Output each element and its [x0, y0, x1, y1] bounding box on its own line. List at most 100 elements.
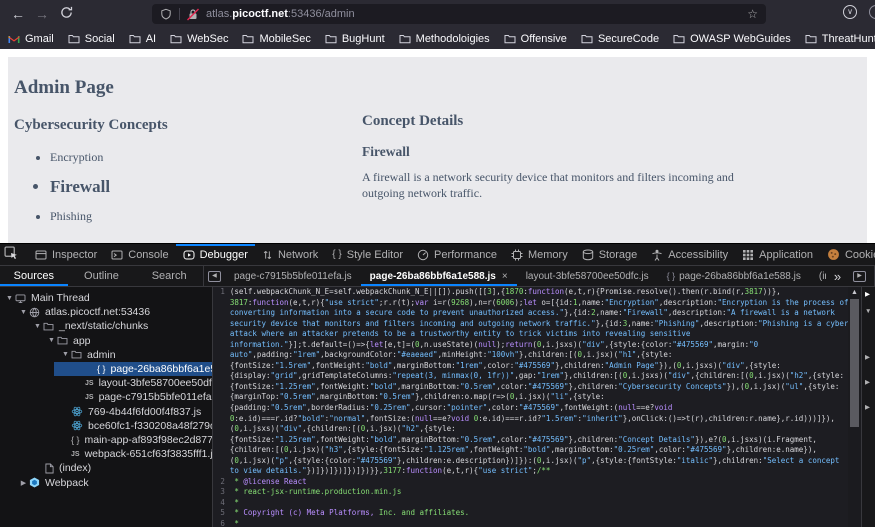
twisty-icon[interactable]: ▼ [46, 337, 57, 344]
bookmark-star-icon[interactable]: ☆ [747, 7, 758, 21]
back-button[interactable]: ← [6, 6, 30, 22]
line-number[interactable] [213, 350, 230, 361]
line-number[interactable] [213, 392, 230, 403]
tab-search[interactable]: Search [135, 266, 203, 286]
pocket-icon[interactable]: ∨ [843, 5, 857, 19]
line-number[interactable] [213, 340, 230, 351]
twisty-icon[interactable]: ▼ [4, 295, 15, 302]
debugger-body: ▼Main Thread▼atlas.picoctf.net:53436▼_ne… [0, 287, 875, 527]
line-number[interactable] [213, 456, 230, 467]
bookmark-item[interactable]: WebSec [170, 33, 228, 45]
twisty-icon[interactable]: ▼ [60, 351, 71, 358]
tree-item[interactable]: { }main-app-af893f98ec2d8771.js [0, 433, 212, 447]
line-number[interactable]: 1 [213, 287, 230, 298]
tree-item[interactable]: ▼app [0, 334, 212, 348]
url-bar[interactable]: atlas.picoctf.net:53436/admin ☆ [152, 4, 766, 24]
expand-panel-icon[interactable]: ▶ [853, 271, 866, 282]
reload-button[interactable] [54, 6, 78, 22]
tree-item[interactable]: JSwebpack-651cf63f3835fff1.js [0, 447, 212, 461]
file-tab[interactable]: page-26ba86bbf6a1e588.js× [361, 266, 517, 286]
tab-debugger[interactable]: Debugger [176, 244, 255, 265]
bookmark-item[interactable]: AI [129, 33, 156, 45]
tree-item[interactable]: (index) [0, 461, 212, 475]
pane-expander-icon[interactable]: ▶ [865, 403, 870, 411]
tree-item[interactable]: 769-4b44f6fd00f4f837.js [0, 405, 212, 419]
scrollbar-thumb[interactable] [850, 299, 859, 427]
collapse-pane-icon[interactable]: ◀ [208, 271, 221, 282]
file-tab[interactable]: layout-3bfe58700ee50dfc.js [517, 266, 658, 286]
bookmark-item[interactable]: Offensive [504, 33, 567, 45]
line-number[interactable] [213, 445, 230, 456]
account-icon[interactable] [869, 5, 875, 19]
file-tab[interactable]: { }page-26ba86bbf6a1e588.js [658, 266, 810, 286]
bookmark-item[interactable]: BugHunt [325, 33, 385, 45]
more-tabs-icon[interactable]: » [826, 269, 849, 284]
pane-expander-icon[interactable]: ▶ [865, 290, 870, 298]
tree-item[interactable]: ▼_next/static/chunks [0, 319, 212, 333]
tree-item-label: Webpack [45, 477, 89, 489]
tree-item[interactable]: ▼atlas.picoctf.net:53436 [0, 305, 212, 319]
tree-item[interactable]: JSpage-c7915b5bfe011efa.js [0, 390, 212, 404]
debugger-secondary-toolbar: Sources Outline Search ◀ page-c7915b5bfe… [0, 266, 875, 287]
tab-application[interactable]: Application [735, 244, 820, 265]
line-number[interactable] [213, 371, 230, 382]
line-number[interactable] [213, 414, 230, 425]
line-number[interactable]: 2 [213, 477, 230, 488]
line-number[interactable] [213, 403, 230, 414]
line-number[interactable] [213, 466, 230, 477]
line-number[interactable] [213, 424, 230, 435]
tab-accessibility[interactable]: Accessibility [644, 244, 735, 265]
tree-item[interactable]: bce60fc1-f330208a48f279d5.js [0, 419, 212, 433]
tree-item-label: page-c7915b5bfe011efa.js [99, 391, 213, 403]
editor-scrollbar[interactable]: ▲ [848, 287, 861, 527]
pane-expander-icon[interactable]: ▼ [865, 308, 871, 315]
tree-item[interactable]: JSlayout-3bfe58700ee50dfc.js [0, 376, 212, 390]
scrollbar-up-icon[interactable]: ▲ [848, 287, 861, 298]
tab-storage[interactable]: Storage [575, 244, 645, 265]
bookmark-item[interactable]: Gmail [8, 33, 54, 45]
tree-item[interactable]: { }page-26ba86bbf6a1e588.js [0, 362, 212, 376]
twisty-icon[interactable]: ▶ [18, 479, 29, 487]
line-number[interactable]: 3 [213, 487, 230, 498]
bookmark-item[interactable]: MobileSec [242, 33, 310, 45]
tab-memory[interactable]: Memory [504, 244, 575, 265]
line-number[interactable] [213, 382, 230, 393]
line-number[interactable] [213, 298, 230, 309]
forward-button[interactable]: → [30, 6, 54, 22]
line-number[interactable]: 5 [213, 508, 230, 519]
pane-expander-icon[interactable]: ▶ [865, 353, 870, 361]
tab-inspector[interactable]: Inspector [28, 244, 104, 265]
tree-item[interactable]: ▶ Webpack [0, 475, 212, 489]
bookmark-item[interactable]: ThreatHunt [805, 33, 875, 45]
pane-expander-icon[interactable]: ▶ [865, 378, 870, 386]
tab-style-editor[interactable]: { } Style Editor [325, 244, 410, 265]
close-tab-icon[interactable]: × [502, 271, 508, 282]
line-number[interactable]: 4 [213, 498, 230, 509]
tree-item[interactable]: ▼Main Thread [0, 291, 212, 305]
twisty-icon[interactable]: ▼ [32, 323, 43, 330]
file-tab[interactable]: (index) [810, 266, 826, 286]
pick-element-button[interactable] [0, 246, 24, 263]
tab-cookie-editor[interactable]: Cookie-Editor [820, 244, 875, 265]
tab-performance[interactable]: Performance [410, 244, 504, 265]
tab-sources[interactable]: Sources [0, 266, 68, 286]
line-number[interactable] [213, 319, 230, 330]
tab-outline[interactable]: Outline [68, 266, 136, 286]
line-number[interactable] [213, 308, 230, 319]
line-number[interactable] [213, 435, 230, 446]
tree-item[interactable]: ▼admin [0, 348, 212, 362]
line-number[interactable]: 6 [213, 519, 230, 527]
bookmark-item[interactable]: OWASP WebGuides [673, 33, 791, 45]
bookmark-item[interactable]: SecureCode [581, 33, 659, 45]
bookmark-item[interactable]: Methodoloigies [399, 33, 490, 45]
concept-item[interactable]: Phishing [50, 203, 867, 230]
twisty-icon[interactable]: ▼ [18, 309, 29, 316]
gmail-icon [8, 34, 20, 44]
line-number[interactable] [213, 329, 230, 340]
tab-network[interactable]: Network [255, 244, 325, 265]
line-number[interactable] [213, 361, 230, 372]
bookmark-item[interactable]: Social [68, 33, 115, 45]
tab-console[interactable]: Console [104, 244, 175, 265]
accessibility-icon [651, 249, 663, 261]
file-tab[interactable]: page-c7915b5bfe011efa.js [225, 266, 361, 286]
